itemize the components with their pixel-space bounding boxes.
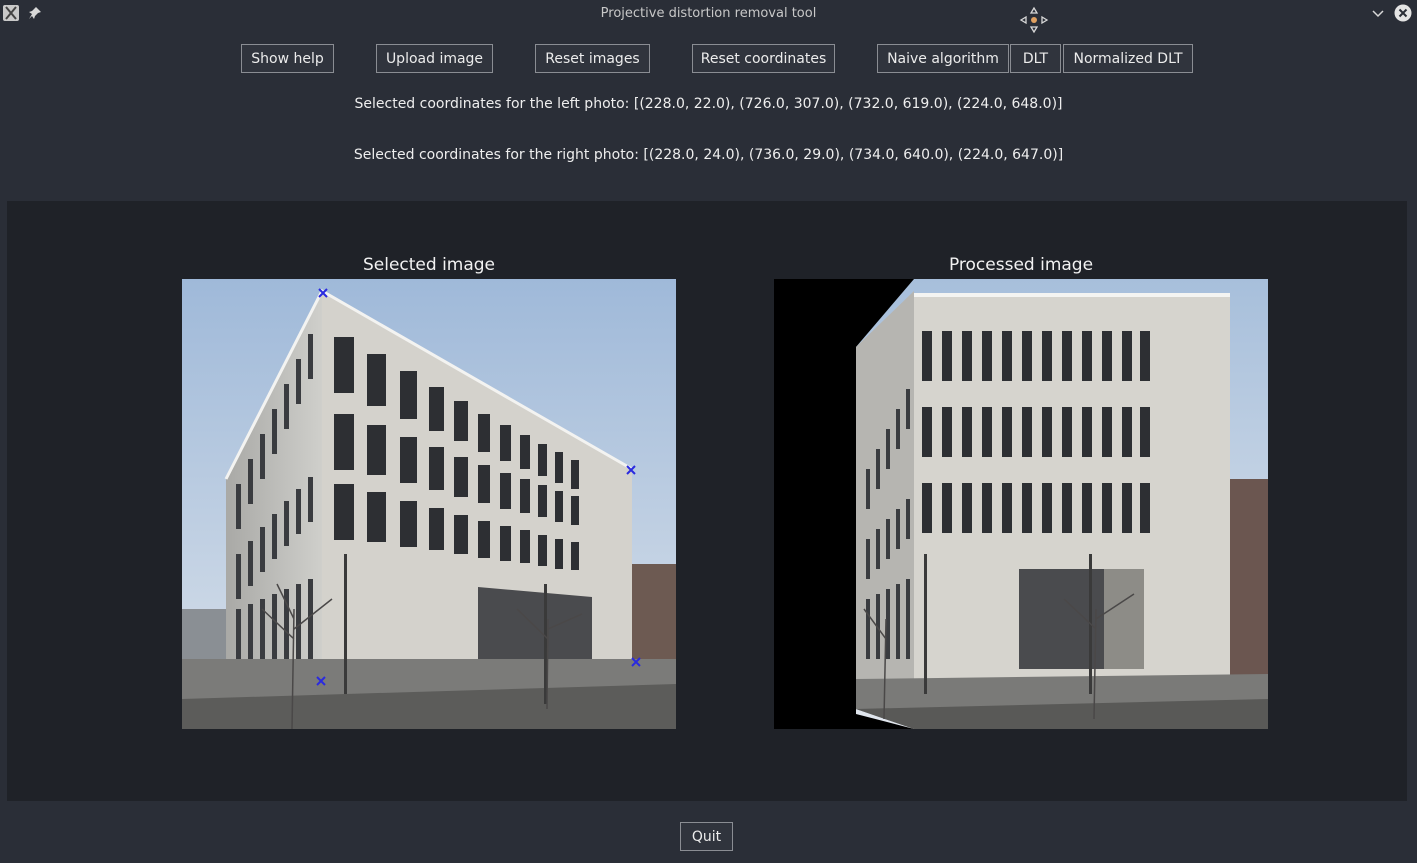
chevron-down-icon[interactable] (1370, 6, 1386, 22)
show-help-button[interactable]: Show help (241, 44, 334, 73)
image-panel: Selected image Processed image (7, 201, 1407, 801)
title-bar: Projective distortion removal tool (0, 0, 1417, 34)
selected-image-title: Selected image (362, 255, 496, 275)
right-coordinates-text: Selected coordinates for the right photo… (353, 147, 1064, 163)
close-icon[interactable] (1394, 4, 1412, 22)
reset-coordinates-button[interactable]: Reset coordinates (692, 44, 835, 73)
dlt-button[interactable]: DLT (1010, 44, 1061, 73)
processed-image (774, 279, 1268, 729)
move-icon[interactable] (1019, 6, 1049, 34)
window-title: Projective distortion removal tool (600, 6, 817, 21)
selected-image[interactable] (182, 279, 676, 729)
processed-image-title: Processed image (948, 255, 1094, 275)
reset-images-button[interactable]: Reset images (535, 44, 650, 73)
upload-image-button[interactable]: Upload image (376, 44, 493, 73)
left-coordinates-text: Selected coordinates for the left photo:… (354, 96, 1063, 112)
naive-algorithm-button[interactable]: Naive algorithm (877, 44, 1009, 73)
app-window: Projective distortion removal tool Show … (0, 0, 1417, 863)
quit-button[interactable]: Quit (680, 822, 733, 851)
normalized-dlt-button[interactable]: Normalized DLT (1063, 44, 1193, 73)
